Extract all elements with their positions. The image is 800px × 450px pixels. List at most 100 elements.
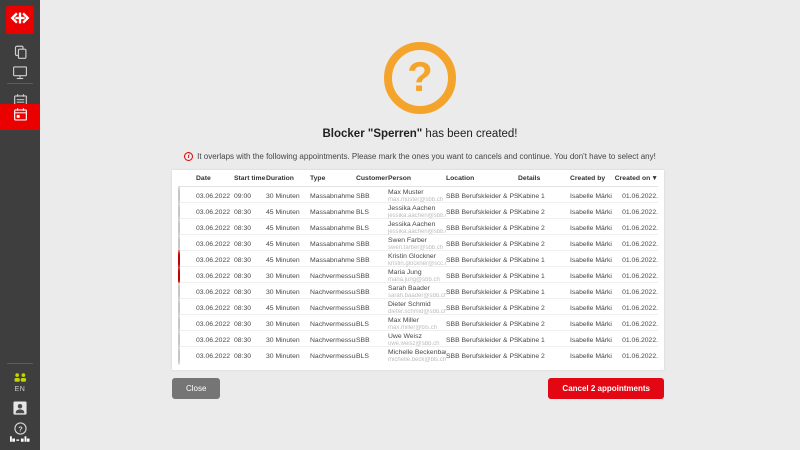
cell-details: Kabine 1 [518, 193, 570, 200]
cell-type: Massabnahme [310, 209, 356, 216]
cell-type: Nachvermessung [310, 289, 356, 296]
overlap-warning: i It overlaps with the following appoint… [40, 152, 800, 161]
cell-details: Kabine 1 [518, 257, 570, 264]
cell-start-time: 08:30 [234, 321, 266, 328]
cell-duration: 30 Minuten [266, 273, 310, 280]
cell-start-time: 08:30 [234, 225, 266, 232]
cell-details: Kabine 1 [518, 337, 570, 344]
cell-created-on: 01.06.2022. [614, 209, 658, 216]
cell-location: SBB Berufskleider & PSA [446, 241, 518, 248]
person-name: Uwe Weisz [388, 333, 446, 341]
cell-date: 03.06.2022 [196, 257, 234, 264]
cell-duration: 30 Minuten [266, 193, 310, 200]
person-name: Maria Jung [388, 269, 446, 277]
cell-duration: 45 Minuten [266, 257, 310, 264]
table-row[interactable]: 03.06.2022 08:30 45 Minuten Massabnahme … [178, 235, 658, 251]
language-switcher[interactable]: EN [0, 386, 40, 393]
sidebar-item-blocker-active[interactable] [0, 104, 40, 130]
table-row[interactable]: 03.06.2022 08:30 30 Minuten Nachvermessu… [178, 315, 658, 331]
table-row[interactable]: 03.06.2022 08:30 30 Minuten Nachvermessu… [178, 267, 658, 283]
cell-created-by: Isabelle Märki [570, 321, 614, 328]
person-email: uwe.weisz@sbb.ch [388, 341, 446, 348]
dialog-title-bold: Blocker "Sperren" [322, 128, 422, 140]
col-duration[interactable]: Duration [266, 175, 310, 182]
cell-start-time: 09:00 [234, 193, 266, 200]
col-date[interactable]: Date [196, 175, 234, 182]
table-row[interactable]: 03.06.2022 08:30 30 Minuten Nachvermessu… [178, 283, 658, 299]
table-row[interactable]: 03.06.2022 09:00 30 Minuten Massabnahme … [178, 187, 658, 203]
cell-person: Uwe Weisz uwe.weisz@sbb.ch [388, 333, 446, 347]
row-select-radio[interactable] [178, 346, 180, 365]
cell-type: Nachvermessung [310, 353, 356, 360]
question-badge-wrap: ? [40, 42, 800, 114]
person-name: Swen Farber [388, 237, 446, 245]
cell-type: Nachvermessung [310, 337, 356, 344]
dialog-title: Blocker "Sperren" has been created! [40, 128, 800, 140]
table-row[interactable]: 03.06.2022 08:30 45 Minuten Massabnahme … [178, 251, 658, 267]
cell-details: Kabine 2 [518, 225, 570, 232]
cell-customer: BLS [356, 209, 388, 216]
cell-details: Kabine 1 [518, 289, 570, 296]
monitor-icon [12, 65, 28, 80]
cell-date: 03.06.2022 [196, 305, 234, 312]
col-person[interactable]: Person [388, 175, 446, 182]
table-row[interactable]: 03.06.2022 08:30 45 Minuten Nachvermessu… [178, 299, 658, 315]
sbb-logo[interactable] [6, 6, 34, 34]
question-circle-icon: ? [384, 42, 456, 114]
person-email: jessika.aachen@sbb.ch [388, 213, 446, 220]
person-name: Jessika Aachen [388, 221, 446, 229]
cell-created-on: 01.06.2022. [614, 193, 658, 200]
col-location[interactable]: Location [446, 175, 518, 182]
cell-location: SBB Berufskleider & PSA [446, 225, 518, 232]
cell-type: Nachvermessung [310, 273, 356, 280]
cell-date: 03.06.2022 [196, 289, 234, 296]
cell-date: 03.06.2022 [196, 321, 234, 328]
cell-start-time: 08:30 [234, 241, 266, 248]
sidebar-divider-bottom [7, 363, 33, 364]
cell-date: 03.06.2022 [196, 241, 234, 248]
col-created-by[interactable]: Created by [570, 175, 614, 182]
cell-created-on: 01.06.2022. [614, 337, 658, 344]
col-created-on[interactable]: Created on▼ [614, 175, 658, 182]
person-email: max.miller@bls.ch [388, 325, 446, 332]
col-type[interactable]: Type [310, 175, 356, 182]
cell-customer: SBB [356, 337, 388, 344]
person-email: swen.farber@sbb.ch [388, 245, 446, 252]
close-button[interactable]: Close [172, 378, 220, 399]
person-email: jessika.aachen@sbb.ch [388, 229, 446, 236]
cell-start-time: 08:30 [234, 273, 266, 280]
cell-created-on: 01.06.2022. [614, 257, 658, 264]
cell-duration: 30 Minuten [266, 353, 310, 360]
cancel-appointments-button[interactable]: Cancel 2 appointments [548, 378, 664, 399]
cell-type: Nachvermessung [310, 321, 356, 328]
sidebar: EN ? [0, 0, 40, 450]
table-row[interactable]: 03.06.2022 08:30 30 Minuten Nachvermessu… [178, 347, 658, 363]
cell-duration: 30 Minuten [266, 321, 310, 328]
cell-customer: BLS [356, 225, 388, 232]
cell-duration: 30 Minuten [266, 289, 310, 296]
col-details[interactable]: Details [518, 175, 570, 182]
cell-date: 03.06.2022 [196, 353, 234, 360]
cell-created-by: Isabelle Märki [570, 193, 614, 200]
cell-created-on: 01.06.2022. [614, 289, 658, 296]
cell-customer: BLS [356, 321, 388, 328]
col-start-time[interactable]: Start time [234, 175, 266, 182]
warning-text: It overlaps with the following appointme… [197, 152, 656, 161]
sort-desc-icon: ▼ [651, 175, 658, 182]
cell-person: Max Miller max.miller@bls.ch [388, 317, 446, 331]
copy-icon [13, 45, 28, 60]
table-row[interactable]: 03.06.2022 08:30 45 Minuten Massabnahme … [178, 219, 658, 235]
cell-customer: SBB [356, 305, 388, 312]
cell-start-time: 08:30 [234, 337, 266, 344]
cell-person: Sarah Baader sarah.baader@sbb.ch [388, 285, 446, 299]
cell-created-on: 01.06.2022. [614, 225, 658, 232]
table-row[interactable]: 03.06.2022 08:30 30 Minuten Nachvermessu… [178, 331, 658, 347]
cell-start-time: 08:30 [234, 305, 266, 312]
col-customer[interactable]: Customer [356, 175, 388, 182]
sidebar-item-display[interactable] [0, 60, 40, 84]
table-row[interactable]: 03.06.2022 08:30 45 Minuten Massabnahme … [178, 203, 658, 219]
cell-person: Dieter Schmid dieter.schmid@sbb.ch [388, 301, 446, 315]
cell-customer: SBB [356, 289, 388, 296]
person-name: Michelle Beckenbauer [388, 349, 446, 357]
cell-date: 03.06.2022 [196, 193, 234, 200]
